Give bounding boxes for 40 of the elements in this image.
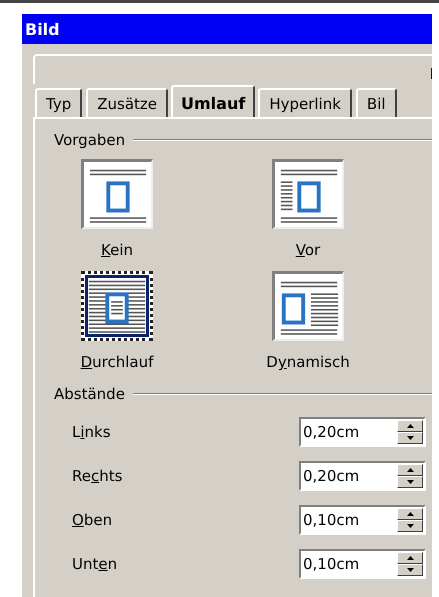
spin-down-button[interactable] [397,520,423,532]
option-label: Dynamisch [266,353,350,371]
wrap-option-button[interactable] [272,159,344,229]
wrap-option-button[interactable] [272,271,344,341]
spin-up-button[interactable] [397,508,423,520]
spin-up-button[interactable] [397,464,423,476]
up-arrow-icon [406,424,414,428]
window-title: Bild [22,14,432,44]
tab[interactable]: Typ [35,88,82,117]
spin-down-button[interactable] [397,432,423,444]
group-title: Vorgaben [54,131,126,149]
down-arrow-icon [406,480,414,484]
up-arrow-icon [406,512,414,516]
spin-field[interactable]: 0,20cm [299,417,426,447]
up-arrow-icon [406,556,414,560]
field-label: Oben [72,511,112,529]
spin-field[interactable]: 0,10cm [299,549,426,579]
option-label: Vor [296,241,320,259]
tab[interactable]: Zusätze [86,88,168,117]
spin-field[interactable]: 0,20cm [299,461,426,491]
option-label: Kein [101,241,133,259]
tab[interactable]: Bil [356,88,397,117]
down-arrow-icon [406,568,414,572]
option-label: Durchlauf [80,353,154,371]
spin-down-button[interactable] [397,476,423,488]
group-title: Abstände [54,385,125,403]
field-label: Links [72,423,111,441]
tab[interactable]: Umlauf [171,85,256,117]
down-arrow-icon [406,524,414,528]
spin-down-button[interactable] [397,564,423,576]
down-arrow-icon [406,436,414,440]
spin-field[interactable]: 0,10cm [299,505,426,535]
tab[interactable]: Hyperlink [258,88,352,117]
spin-up-button[interactable] [397,420,423,432]
spin-up-button[interactable] [397,552,423,564]
up-arrow-icon [406,468,414,472]
wrap-option-button[interactable] [81,271,153,341]
field-label: Unten [72,555,118,573]
wrap-option-button[interactable] [81,159,153,229]
field-label: Rechts [72,467,122,485]
